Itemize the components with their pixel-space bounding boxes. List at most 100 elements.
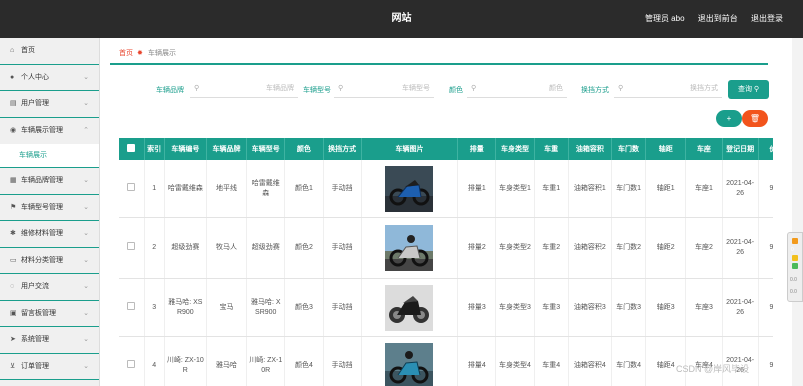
brand-filter-input[interactable]: ⚲ 车辆品牌 [190,80,298,98]
wheelbase-cell: 轴距3 [645,278,687,337]
location-icon: ◉ [10,126,17,134]
top-bar: 网站 管理员 abo 退出到前台 退出登录 [0,0,803,38]
sidebar-item-orders[interactable]: ⊻ 订单管理 ⌄ [0,354,99,380]
column-header: 价格 [758,138,773,160]
sidebar-item-user-chat[interactable]: ◌ 用户交流 ⌄ [0,274,99,301]
body-cell: 车身类型2 [495,217,535,279]
sidebar-item-label: 车辆型号管理 [20,203,63,211]
doors-cell: 车门数3 [611,278,647,337]
chevron-down-icon: ⌄ [83,203,89,211]
color-cell: 颜色1 [284,160,324,218]
table-row[interactable]: 2 超级劲赛 牧马人 超级劲赛 颜色2 手动挡 排量2 车身类型2 车重2 油箱… [119,217,773,279]
sidebar-item-vehicle-display[interactable]: ◉ 车辆展示管理 ⌃ [0,118,99,145]
brand-filter-label: 车辆品牌 [156,87,184,94]
displacement-cell: 排量2 [457,217,497,279]
model-cell: 超级劲赛 [246,217,286,279]
row-checkbox[interactable] [127,242,136,250]
table-row[interactable]: 4 川崎: ZX-10R 雅马哈 川崎: ZX-10R 颜色4 手动挡 排量4 … [119,336,773,386]
weight-cell: 车重1 [534,160,569,218]
grid-icon: ▦ [10,177,17,184]
back-to-front-link[interactable]: 退出到前台 [698,14,738,23]
sidebar-item-label: 车辆品牌管理 [20,177,63,184]
floating-widget[interactable]: 0 0.0 0.0 [787,232,803,302]
sidebar-item-label: 车辆展示 [19,152,47,159]
sidebar-item-models[interactable]: ⚑ 车辆型号管理 ⌄ [0,195,99,221]
vehicle-table: 索引 车辆编号 车辆品牌 车辆型号 颜色 换挡方式 车辆图片 排量 车身类型 车… [119,138,773,386]
widget-value: 0 [791,247,794,253]
color-cell: 颜色3 [284,278,324,337]
row-checkbox[interactable] [127,301,136,310]
sidebar-item-home[interactable]: ⌂ 首页 [0,38,99,65]
sidebar-item-label: 系统管理 [20,336,49,343]
sidebar-subitem-vehicle-display[interactable]: 车辆展示 [0,144,99,168]
seats-cell: 车座3 [685,278,723,337]
photo-cell [361,278,459,337]
breadcrumb-home[interactable]: 首页 [119,45,133,63]
widget-value: 0.0 [790,277,797,283]
search-button-label: 查询 [737,86,752,93]
column-header: 车辆图片 [361,138,459,160]
sidebar-item-profile[interactable]: ● 个人中心 ⌄ [0,65,99,91]
seats-cell: 车座1 [685,160,723,218]
sidebar-item-label: 首页 [20,47,35,54]
sidebar-item-brands[interactable]: ▦ 车辆品牌管理 ⌄ [0,168,99,195]
index-cell: 3 [144,278,165,337]
home-icon: ⌂ [10,47,15,54]
sidebar-item-label: 留言板管理 [20,309,56,317]
select-all-checkbox[interactable] [127,144,136,152]
logout-link[interactable]: 退出登录 [751,14,783,23]
chevron-down-icon: ⌄ [83,177,89,184]
column-header: 车身类型 [495,138,535,160]
model-cell: 川崎: ZX-10R [246,336,286,386]
model-filter-input[interactable]: ⚲ 车辆型号 [334,80,434,98]
sidebar-item-message-board[interactable]: ▣ 留言板管理 ⌄ [0,301,99,327]
price-cell: 99.9 [758,217,773,279]
shift-filter-label: 换挡方式 [581,87,609,94]
row-checkbox[interactable] [127,359,136,368]
column-header: 车辆编号 [164,138,207,160]
table-row[interactable]: 3 雅马哈: XSR900 宝马 雅马哈: XSR900 颜色3 手动挡 排量3… [119,278,773,337]
widget-value: 0.0 [790,289,797,295]
vehicle-photo [385,165,434,212]
table-header-row: 索引 车辆编号 车辆品牌 车辆型号 颜色 换挡方式 车辆图片 排量 车身类型 车… [119,138,773,160]
shift-cell: 手动挡 [323,217,362,279]
delete-button[interactable]: 🗑 [742,110,768,127]
sidebar-item-system[interactable]: ➤ 系统管理 ⌄ [0,327,99,354]
column-header: 排量 [457,138,497,160]
color-cell: 颜色4 [284,336,324,386]
photo-cell [361,336,459,386]
vehicle-photo [385,342,434,386]
chevron-down-icon: ⌄ [83,283,89,290]
color-filter-input[interactable]: ⚲ 颜色 [467,80,567,98]
cog-icon: ✱ [10,230,16,237]
displacement-cell: 排量3 [457,278,497,337]
table-row[interactable]: 1 哈雷戴维森 地平线 哈雷戴维森 颜色1 手动挡 排量1 车身类型1 车重1 … [119,160,773,218]
column-header: 车重 [534,138,569,160]
model-filter-placeholder: 车辆型号 [402,85,430,92]
sidebar-item-materials[interactable]: ✱ 维修材料管理 ⌄ [0,221,99,248]
search-icon: ⚲ [338,85,344,92]
seats-cell: 车座2 [685,217,723,279]
user-icon: ● [10,73,15,81]
select-all-cell[interactable] [119,138,145,160]
add-button[interactable]: + [716,110,742,127]
row-checkbox[interactable] [127,182,136,191]
column-header: 换挡方式 [323,138,362,160]
search-button[interactable]: 查询 ⚲ [728,80,769,99]
model-cell: 哈雷戴维森 [246,160,286,218]
admin-label: 管理员 abo [644,14,685,23]
sidebar-item-material-categories[interactable]: ▭ 材料分类管理 ⌄ [0,248,99,274]
column-header: 索引 [144,138,165,160]
color-cell: 颜色2 [284,217,324,279]
chevron-down-icon: ⌄ [83,362,89,370]
status-dot-icon [792,263,798,269]
displacement-cell: 排量1 [457,160,497,218]
chevron-down-icon: ⌄ [83,100,89,107]
sidebar-item-users[interactable]: ▤ 用户管理 ⌄ [0,91,99,118]
page-scrollbar[interactable] [792,38,803,386]
tank-cell: 油箱容积2 [568,217,612,279]
tank-cell: 油箱容积1 [568,160,612,218]
shift-filter-input[interactable]: ⚲ 换挡方式 [614,80,722,98]
sidebar-item-label: 订单管理 [20,362,49,370]
shift-cell: 手动挡 [323,278,362,337]
